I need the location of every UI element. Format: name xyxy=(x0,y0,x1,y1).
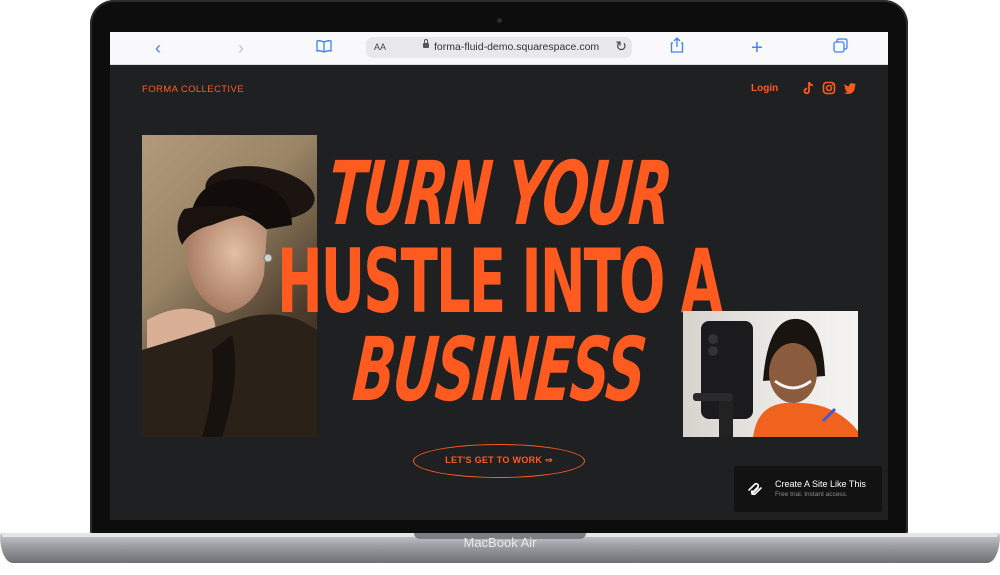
hero-line-3: BUSINESS xyxy=(349,318,649,421)
instagram-icon[interactable] xyxy=(822,81,836,95)
tiktok-icon[interactable] xyxy=(802,81,816,95)
login-link[interactable]: Login xyxy=(751,83,778,94)
badge-title: Create A Site Like This xyxy=(775,479,866,489)
twitter-icon[interactable] xyxy=(843,81,857,95)
reload-icon[interactable]: ↻ xyxy=(615,38,627,55)
browser-window: ‹ › AA forma-fluid-demo.squarespace.com … xyxy=(110,32,888,520)
badge-subtitle: Free trial. Instant access. xyxy=(775,491,848,498)
squarespace-logo-icon xyxy=(746,480,764,498)
portrait-photo-left xyxy=(142,135,317,437)
bookmarks-icon[interactable] xyxy=(313,36,335,58)
lock-icon xyxy=(423,39,429,48)
address-bar[interactable]: AA forma-fluid-demo.squarespace.com ↻ xyxy=(366,37,632,58)
safari-toolbar: ‹ › AA forma-fluid-demo.squarespace.com … xyxy=(110,32,888,65)
reader-aa-label[interactable]: AA xyxy=(374,42,386,52)
hero-line-1: TURN YOUR xyxy=(323,142,675,245)
url-text: forma-fluid-demo.squarespace.com xyxy=(434,41,600,53)
site-title[interactable]: FORMA COLLECTIVE xyxy=(142,84,244,95)
tabs-icon[interactable] xyxy=(829,36,851,58)
squarespace-badge[interactable]: Create A Site Like This Free trial. Inst… xyxy=(734,466,882,512)
camera-dot xyxy=(497,18,502,23)
device-brand-label: MacBook Air xyxy=(463,535,537,550)
new-tab-icon[interactable]: + xyxy=(746,37,768,59)
back-icon[interactable]: ‹ xyxy=(147,37,169,59)
share-icon[interactable] xyxy=(666,36,688,58)
cta-button[interactable]: LET'S GET TO WORK ⇒ xyxy=(413,444,585,478)
hero-line-2: HUSTLE INTO A xyxy=(276,230,723,333)
forward-icon[interactable]: › xyxy=(230,37,252,59)
creator-photo-right xyxy=(683,311,858,437)
